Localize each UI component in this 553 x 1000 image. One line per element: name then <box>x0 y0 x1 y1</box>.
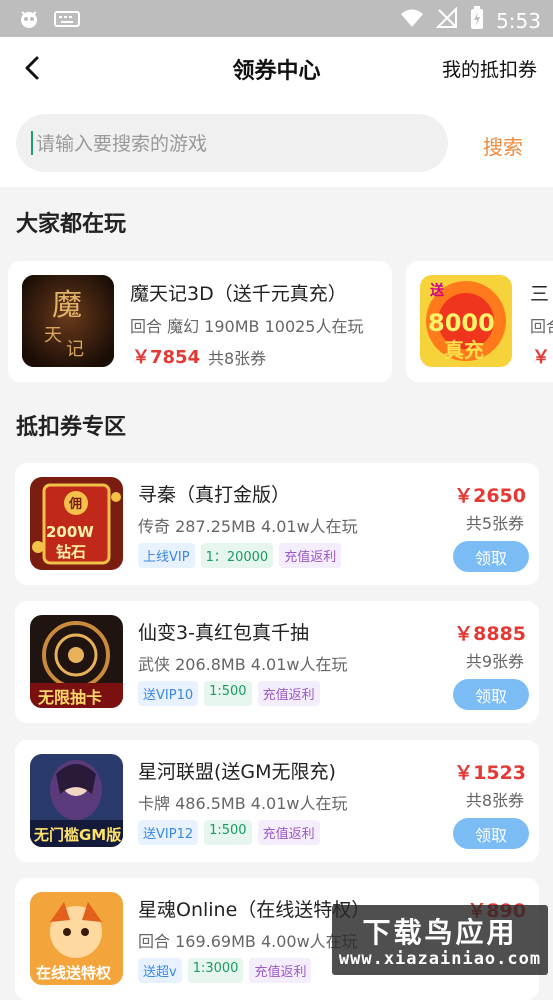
coupon-value: ￥2650 <box>454 485 526 507</box>
svg-text:记: 记 <box>66 339 84 360</box>
coupon-game-card[interactable]: 无门槛GM版 星河联盟(送GM无限充) 卡牌 486.5MB 4.01w人在玩 … <box>15 740 539 862</box>
coupon-value: ￥1523 <box>454 762 526 784</box>
game-name: 仙变3-真红包真千抽 <box>138 622 309 644</box>
watermark-title: 下载鸟应用 <box>362 916 518 949</box>
search-input[interactable] <box>34 114 438 174</box>
ratio-tag: 1:500 <box>204 820 252 845</box>
coupon-count: 共8张券 <box>208 349 267 368</box>
game-meta: 回合 魔幻 190MB 10025人在玩 <box>130 317 364 336</box>
game-icon-8000: 送 8000 真充 <box>420 275 512 367</box>
svg-text:佣: 佣 <box>68 496 82 512</box>
game-meta: 回合 <box>530 317 553 336</box>
vip-tag: 送VIP12 <box>138 820 199 845</box>
ratio-tag: 1:3000 <box>187 958 244 983</box>
game-name: 星河联盟(送GM无限充) <box>138 761 336 783</box>
game-meta: 武侠 206.8MB 4.01w人在玩 <box>138 655 348 674</box>
coupon-value: ￥8885 <box>454 623 526 645</box>
text-cursor <box>31 131 33 155</box>
tag-list: 送超v 1:3000 充值返利 <box>138 958 312 983</box>
claim-button[interactable]: 领取 <box>453 818 529 849</box>
svg-text:天: 天 <box>44 325 62 346</box>
site-watermark: 下载鸟应用 www.xiazainiao.com <box>332 905 548 975</box>
svg-text:魔: 魔 <box>52 288 82 323</box>
clock-time: 5:53 <box>496 8 541 33</box>
my-coupons-link[interactable]: 我的抵扣券 <box>442 55 537 82</box>
search-box <box>16 114 448 174</box>
svg-text:无门槛GM版: 无门槛GM版 <box>33 826 121 844</box>
tag-list: 送VIP10 1:500 充值返利 <box>138 681 320 706</box>
popular-game-card[interactable]: 送 8000 真充 三 回合 ￥ <box>406 261 553 382</box>
svg-text:无限抽卡: 无限抽卡 <box>37 688 102 707</box>
vip-tag: 送VIP10 <box>138 681 199 706</box>
game-meta: 传奇 287.25MB 4.01w人在玩 <box>138 517 358 536</box>
game-name: 三 <box>530 283 550 305</box>
coupon-game-card[interactable]: 无限抽卡 仙变3-真红包真千抽 武侠 206.8MB 4.01w人在玩 送VIP… <box>15 601 539 723</box>
game-icon-xinghe: 无门槛GM版 <box>30 754 123 847</box>
rebate-tag: 充值返利 <box>249 958 312 983</box>
popular-game-card[interactable]: 魔 天 记 魔天记3D（送千元真充） 回合 魔幻 190MB 10025人在玩 … <box>8 261 392 382</box>
svg-text:8000: 8000 <box>428 309 495 337</box>
search-button[interactable]: 搜索 <box>483 131 523 160</box>
app-bar: 领券中心 我的抵扣券 <box>0 37 553 99</box>
game-icon-xianbian3: 无限抽卡 <box>30 615 123 708</box>
rebate-tag: 充值返利 <box>257 820 320 845</box>
coupon-value: ￥ <box>532 347 550 368</box>
app-notification-icon <box>18 8 40 34</box>
coupon-value: ￥7854 <box>132 347 201 368</box>
status-bar: 5:53 <box>0 0 553 37</box>
coupon-count: 共5张券 <box>465 514 524 533</box>
coupon-count: 共9张券 <box>465 652 524 671</box>
no-signal-icon <box>435 6 458 34</box>
svg-text:真充: 真充 <box>444 338 484 362</box>
coupon-count: 共8张券 <box>465 791 524 810</box>
svg-text:200W: 200W <box>46 523 94 541</box>
game-name: 寻秦（真打金版） <box>138 484 291 506</box>
ratio-tag: 1：20000 <box>200 543 274 568</box>
claim-button[interactable]: 领取 <box>453 679 529 710</box>
game-meta: 回合 169.69MB 4.00w人在玩 <box>138 932 358 951</box>
game-meta: 卡牌 486.5MB 4.01w人在玩 <box>138 794 348 813</box>
search-bar: 搜索 <box>0 99 553 187</box>
popular-section-title: 大家都在玩 <box>16 212 127 237</box>
keyboard-icon <box>54 10 80 32</box>
coupon-section-title: 抵扣券专区 <box>16 415 127 440</box>
claim-button[interactable]: 领取 <box>453 541 529 572</box>
coupon-game-card[interactable]: 佣 200W 钻石 寻秦（真打金版） 传奇 287.25MB 4.01w人在玩 … <box>15 463 539 585</box>
wifi-icon <box>400 7 424 34</box>
svg-text:钻石: 钻石 <box>56 543 86 561</box>
battery-charging-icon <box>470 6 484 35</box>
vip-tag: 上线VIP <box>138 543 195 568</box>
watermark-url: www.xiazainiao.com <box>338 949 542 969</box>
tag-list: 上线VIP 1：20000 充值返利 <box>138 543 342 568</box>
tag-list: 送VIP12 1:500 充值返利 <box>138 820 320 845</box>
ratio-tag: 1:500 <box>204 681 252 706</box>
rebate-tag: 充值返利 <box>279 543 342 568</box>
vip-tag: 送超v <box>138 958 182 983</box>
game-name: 魔天记3D（送千元真充） <box>130 283 347 305</box>
game-icon-xinghun: 在线送特权 <box>30 892 123 985</box>
game-icon-motianji: 魔 天 记 <box>22 275 114 367</box>
rebate-tag: 充值返利 <box>257 681 320 706</box>
svg-text:送: 送 <box>429 282 445 299</box>
game-icon-xunqin: 佣 200W 钻石 <box>30 477 123 570</box>
svg-text:在线送特权: 在线送特权 <box>36 964 112 982</box>
